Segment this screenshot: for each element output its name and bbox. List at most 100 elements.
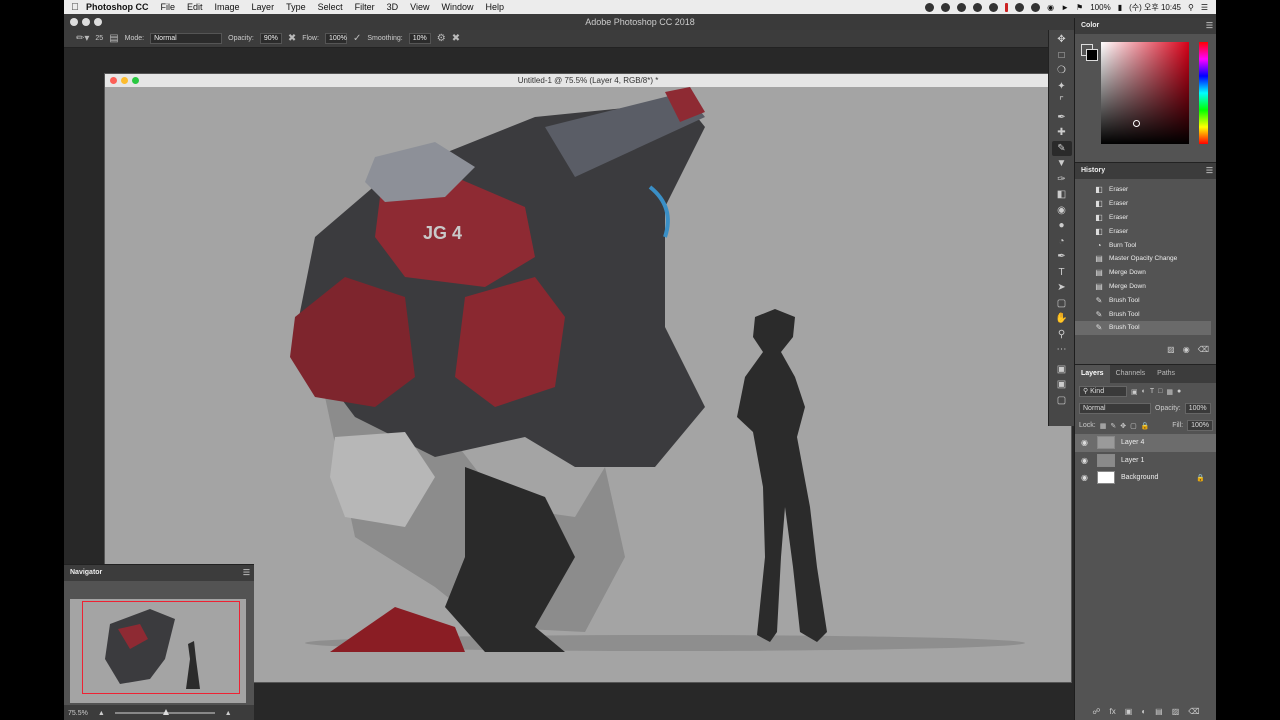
menu-layer[interactable]: Layer xyxy=(252,2,275,12)
time-machine-icon[interactable] xyxy=(1015,2,1025,12)
menu-filter[interactable]: Filter xyxy=(355,2,375,12)
bluetooth-icon[interactable] xyxy=(1031,2,1041,12)
menu-type[interactable]: Type xyxy=(286,2,306,12)
airbrush-icon[interactable]: ✓ xyxy=(353,33,361,44)
adjustment-layer-icon[interactable]: ◐ xyxy=(1141,707,1146,716)
eyedropper-icon[interactable]: ✒ xyxy=(1052,110,1072,126)
eye-icon[interactable]: ◉ xyxy=(1081,473,1091,482)
minimize-button[interactable] xyxy=(82,18,90,26)
eye-icon[interactable]: ◉ xyxy=(1081,438,1091,447)
battery-percent[interactable]: 100% xyxy=(1090,3,1110,12)
panel-menu-icon[interactable]: ☰ xyxy=(1206,18,1213,34)
move-icon[interactable]: ✥ xyxy=(1052,32,1072,48)
eraser-icon[interactable]: ◧ xyxy=(1052,187,1072,203)
doc-close-button[interactable] xyxy=(110,77,117,84)
bucket-icon[interactable]: ◉ xyxy=(1052,203,1072,219)
history-item[interactable]: ◔ Burn Tool xyxy=(1075,238,1211,252)
layer-row[interactable]: ◉ Layer 1 xyxy=(1075,452,1216,470)
blur-icon[interactable]: ● xyxy=(1052,218,1072,234)
brush-icon[interactable]: ✎ xyxy=(1051,140,1072,156)
history-item[interactable]: ◧ Eraser xyxy=(1075,224,1211,238)
hand-icon[interactable]: ✋ xyxy=(1052,311,1072,327)
lock-all-icon[interactable]: 🔒 xyxy=(1141,422,1150,430)
screen-mode-icon[interactable]: ▢ xyxy=(1052,393,1072,409)
zoom-value[interactable]: 75.5% xyxy=(68,710,88,717)
filter-toggle-icon[interactable]: ● xyxy=(1177,388,1181,395)
lock-transparent-icon[interactable]: ▦ xyxy=(1100,422,1107,430)
history-brush-icon[interactable]: ✑ xyxy=(1052,172,1072,188)
background-swatch[interactable] xyxy=(1086,49,1098,61)
zoom-in-icon[interactable]: ▲ xyxy=(225,710,232,717)
menu-view[interactable]: View xyxy=(410,2,429,12)
layer-style-icon[interactable]: fx xyxy=(1110,707,1116,716)
tab-channels[interactable]: Channels xyxy=(1110,365,1152,383)
path-select-icon[interactable]: ➤ xyxy=(1052,280,1072,296)
brush-preset-icon[interactable]: ✏▾ xyxy=(76,33,89,44)
smoothing-input[interactable]: 10% xyxy=(408,33,431,44)
crop-icon[interactable]: ⌜ xyxy=(1052,94,1072,110)
filter-adjust-icon[interactable]: ◐ xyxy=(1142,388,1146,395)
menu-image[interactable]: Image xyxy=(215,2,240,12)
filter-smart-icon[interactable]: ▦ xyxy=(1166,388,1173,396)
eye-icon[interactable]: ◉ xyxy=(1081,456,1091,465)
add-mask-icon[interactable]: ▣ xyxy=(1125,707,1133,716)
trash-icon[interactable]: ⌫ xyxy=(1198,345,1209,354)
saturation-value-picker[interactable] xyxy=(1101,42,1189,144)
layer-row[interactable]: ◉ Layer 4 xyxy=(1075,434,1216,452)
filter-type-icon[interactable]: T xyxy=(1150,388,1154,395)
quick-mask-icon[interactable]: ▣ xyxy=(1052,377,1072,393)
history-item[interactable]: ✎ Brush Tool xyxy=(1075,307,1211,321)
app-icon[interactable] xyxy=(973,2,983,12)
marquee-icon[interactable]: □ xyxy=(1052,48,1072,64)
lock-artboard-icon[interactable]: ▢ xyxy=(1130,422,1137,430)
pressure-size-icon[interactable]: ✖ xyxy=(452,33,460,44)
zoom-slider[interactable] xyxy=(114,709,215,715)
mode-select[interactable]: Normal xyxy=(150,33,223,44)
notification-icon[interactable]: ☰ xyxy=(1201,3,1208,12)
menu-file[interactable]: File xyxy=(161,2,176,12)
panel-menu-icon[interactable]: ☰ xyxy=(243,565,250,581)
lasso-icon[interactable]: ❍ xyxy=(1052,63,1072,79)
zoom-out-icon[interactable]: ▲ xyxy=(98,710,105,717)
menu-edit[interactable]: Edit xyxy=(187,2,203,12)
history-item[interactable]: ▤ Merge Down xyxy=(1075,280,1211,294)
navigator-view-box[interactable] xyxy=(82,601,240,694)
zoom-button[interactable] xyxy=(94,18,102,26)
menu-help[interactable]: Help xyxy=(485,2,504,12)
flag-icon[interactable]: ⚑ xyxy=(1076,3,1083,12)
hue-slider[interactable] xyxy=(1199,42,1208,144)
brush-panel-icon[interactable]: ▤ xyxy=(109,33,118,44)
record-icon[interactable] xyxy=(941,2,951,12)
history-item[interactable]: ◧ Eraser xyxy=(1075,183,1211,197)
new-document-from-state-icon[interactable]: ▨ xyxy=(1167,345,1175,354)
blend-mode-select[interactable]: Normal xyxy=(1079,403,1151,414)
color-picker-cursor[interactable] xyxy=(1133,120,1140,127)
flow-input[interactable]: 100% xyxy=(324,33,347,44)
pressure-opacity-icon[interactable]: ✖ xyxy=(288,33,296,44)
parallels-icon[interactable] xyxy=(1005,2,1009,12)
lock-image-icon[interactable]: ✎ xyxy=(1110,422,1116,430)
history-item[interactable]: ◧ Eraser xyxy=(1075,211,1211,225)
menu-window[interactable]: Window xyxy=(441,2,473,12)
snapshot-icon[interactable]: ◉ xyxy=(1183,345,1190,354)
lock-icon[interactable]: 🔒 xyxy=(1196,474,1205,482)
volume-icon[interactable]: ► xyxy=(1061,3,1069,12)
link-layers-icon[interactable]: ☍ xyxy=(1092,707,1100,716)
history-item[interactable]: ▤ Master Opacity Change xyxy=(1075,252,1211,266)
filter-shape-icon[interactable]: □ xyxy=(1158,388,1162,395)
menu-3d[interactable]: 3D xyxy=(387,2,399,12)
zoom-slider-knob[interactable] xyxy=(162,709,169,715)
app-icon[interactable] xyxy=(989,2,999,12)
tab-layers[interactable]: Layers xyxy=(1075,365,1110,383)
stamp-icon[interactable]: ▼ xyxy=(1052,156,1072,172)
type-icon[interactable]: T xyxy=(1052,265,1072,281)
history-item[interactable]: ✎ Brush Tool xyxy=(1075,293,1211,307)
lock-position-icon[interactable]: ✥ xyxy=(1120,422,1126,430)
close-button[interactable] xyxy=(70,18,78,26)
fill-input[interactable]: 100% xyxy=(1187,420,1213,431)
wifi-icon[interactable]: ◉ xyxy=(1047,3,1054,12)
navigator-tab[interactable]: Navigator ☰ xyxy=(64,565,254,581)
pen-icon[interactable]: ✒ xyxy=(1052,249,1072,265)
new-layer-icon[interactable]: ▨ xyxy=(1172,707,1180,716)
history-tab[interactable]: History ☰ xyxy=(1075,163,1216,179)
